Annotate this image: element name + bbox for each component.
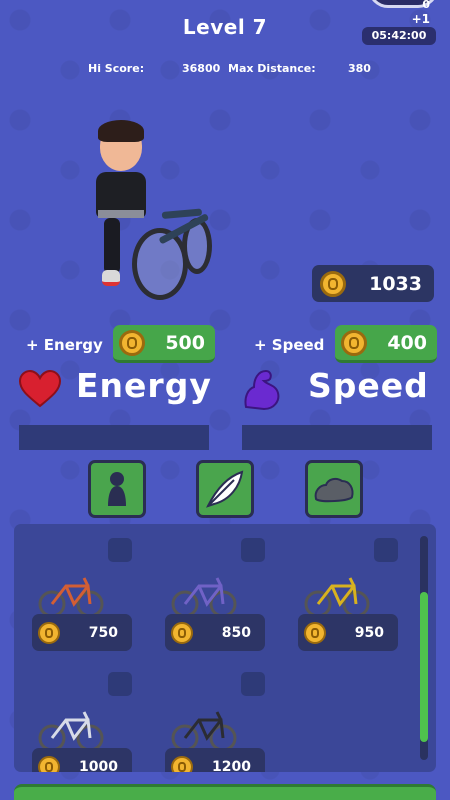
heart-icon	[18, 370, 62, 408]
price-tag: 1000	[32, 748, 132, 772]
item-select-box[interactable]	[374, 538, 398, 562]
bottom-action-button[interactable]	[14, 784, 436, 800]
coin-icon	[320, 270, 346, 297]
character-shoe	[102, 270, 120, 286]
character-leg	[104, 218, 120, 274]
character-icon	[108, 472, 126, 506]
character-hair	[98, 120, 144, 142]
price-tag: 850	[165, 614, 265, 651]
category-feather-button[interactable]	[196, 460, 254, 518]
speed-upgrade-button[interactable]: 400	[335, 325, 437, 363]
character-belt	[98, 210, 144, 218]
item-price: 1200	[212, 758, 251, 773]
energy-upgrade-cost: 500	[165, 331, 205, 354]
max-distance-label: Max Distance:	[228, 62, 316, 75]
max-distance-value: 380	[348, 62, 371, 75]
speed-upgrade-label: + Speed	[254, 336, 325, 354]
coin-icon	[171, 621, 193, 644]
rock-icon	[314, 477, 354, 503]
coin-icon	[341, 329, 367, 356]
coin-icon	[38, 621, 60, 644]
coin-icon	[171, 755, 193, 772]
coin-balance: 1033	[312, 265, 434, 302]
energy-progress-bar	[19, 425, 209, 450]
item-select-box[interactable]	[108, 672, 132, 696]
bike-thumbnail	[38, 577, 104, 618]
item-price: 950	[354, 624, 384, 641]
price-tag: 950	[298, 614, 398, 651]
shop-item[interactable]: 1200	[165, 658, 265, 772]
badge-value: 0	[422, 0, 430, 11]
item-select-box[interactable]	[241, 672, 265, 696]
shop-scrollbar-thumb[interactable]	[420, 592, 428, 742]
coin-icon	[119, 329, 145, 356]
speed-upgrade-cost: 400	[387, 331, 427, 354]
player-character	[90, 120, 230, 300]
shop-item[interactable]: 950	[298, 524, 398, 651]
coin-balance-value: 1033	[369, 272, 422, 295]
item-select-box[interactable]	[241, 538, 265, 562]
bike-shop-panel: 750 850 950 1000 1200	[14, 524, 436, 772]
shop-item[interactable]: 1000	[32, 658, 132, 772]
bike-thumbnail	[38, 711, 104, 752]
level-title: Level 7	[182, 15, 268, 39]
energy-upgrade-label: + Energy	[26, 336, 103, 354]
speed-progress-bar	[242, 425, 432, 450]
bike-thumbnail	[304, 577, 370, 618]
shop-item[interactable]: 750	[32, 524, 132, 651]
bike-thumbnail	[171, 577, 237, 618]
bike-thumbnail	[171, 711, 237, 752]
category-character-button[interactable]	[88, 460, 146, 518]
energy-upgrade-button[interactable]: 500	[113, 325, 215, 363]
shop-scrollbar[interactable]	[420, 536, 428, 760]
item-price: 1000	[79, 758, 118, 773]
item-price: 850	[221, 624, 251, 641]
price-tag: 1200	[165, 748, 265, 772]
category-rock-button[interactable]	[305, 460, 363, 518]
item-price: 750	[88, 624, 118, 641]
item-select-box[interactable]	[108, 538, 132, 562]
muscle-icon	[244, 369, 280, 411]
coin-icon	[38, 755, 60, 772]
energy-title: Energy	[76, 366, 212, 405]
hi-score-value: 36800	[182, 62, 221, 75]
speed-title: Speed	[308, 366, 429, 405]
coin-icon	[304, 621, 326, 644]
feather-icon	[206, 470, 244, 508]
price-tag: 750	[32, 614, 132, 651]
shop-item[interactable]: 850	[165, 524, 265, 651]
hi-score-label: Hi Score:	[88, 62, 145, 75]
